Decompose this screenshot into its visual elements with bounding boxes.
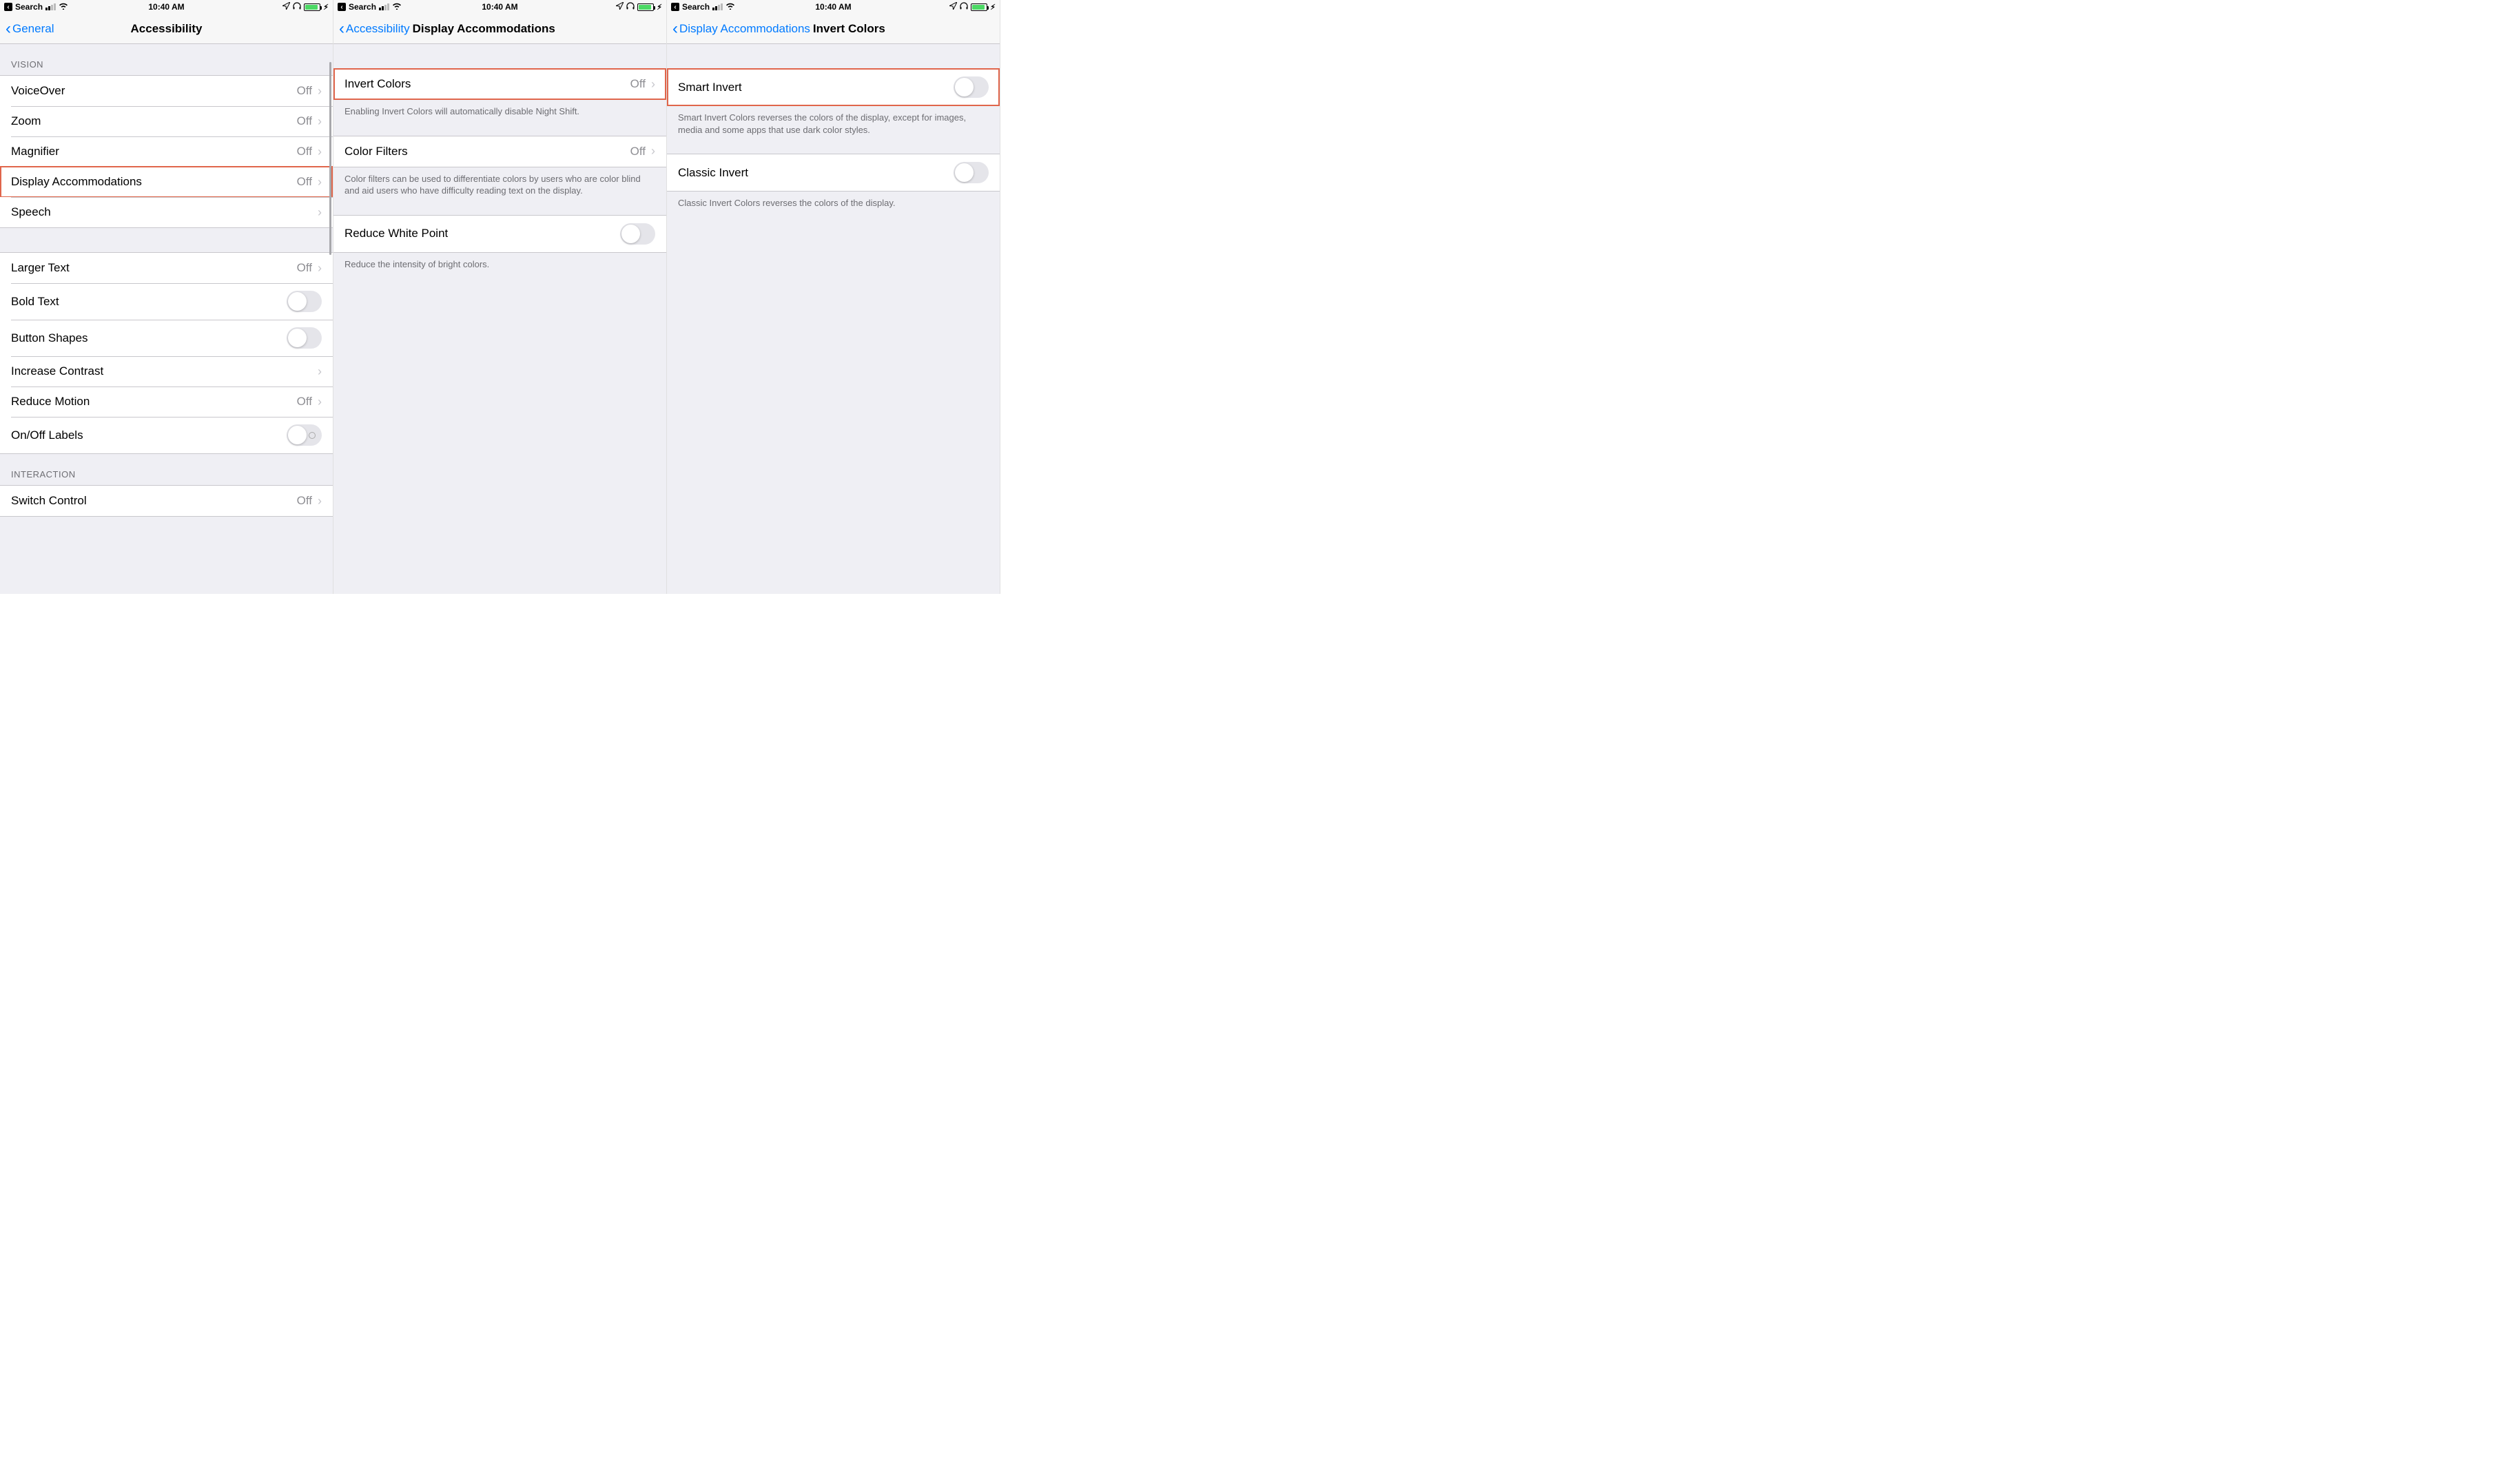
nav-back-label: Display Accommodations bbox=[679, 22, 810, 36]
back-to-app-icon[interactable]: ‹ bbox=[338, 3, 346, 11]
nav-bar: ‹ Accessibility Display Accommodations bbox=[333, 14, 666, 44]
group-color-filters: Color Filters Off › bbox=[333, 136, 666, 167]
toggle-smart-invert[interactable] bbox=[954, 76, 989, 98]
footer-color-filters: Color filters can be used to differentia… bbox=[333, 167, 666, 203]
footer-invert: Enabling Invert Colors will automaticall… bbox=[333, 100, 666, 123]
footer-white-point: Reduce the intensity of bright colors. bbox=[333, 253, 666, 276]
nav-back-button[interactable]: ‹ Accessibility bbox=[339, 21, 410, 37]
charging-icon: ⚡︎ bbox=[990, 3, 996, 12]
chevron-right-icon: › bbox=[318, 145, 322, 159]
chevron-right-icon: › bbox=[318, 84, 322, 99]
nav-back-label: Accessibility bbox=[346, 22, 410, 36]
charging-icon: ⚡︎ bbox=[657, 3, 662, 12]
screen-display-accommodations: ‹ Search 10:40 AM ⚡︎ ‹ Accessibility Dis… bbox=[333, 0, 667, 594]
back-to-app-label[interactable]: Search bbox=[349, 2, 376, 12]
nav-back-button[interactable]: ‹ General bbox=[6, 21, 54, 37]
row-invert-colors[interactable]: Invert Colors Off › bbox=[333, 69, 666, 99]
chevron-right-icon: › bbox=[318, 364, 322, 379]
page-title: Display Accommodations bbox=[413, 22, 555, 36]
battery-icon bbox=[971, 3, 987, 11]
location-icon bbox=[282, 2, 290, 12]
toggle-bold-text[interactable] bbox=[287, 291, 322, 312]
back-to-app-label[interactable]: Search bbox=[682, 2, 710, 12]
chevron-left-icon: ‹ bbox=[6, 21, 11, 37]
chevron-right-icon: › bbox=[651, 144, 655, 158]
headphones-icon bbox=[293, 2, 301, 12]
group-text: Larger Text Off › Bold Text Button Shape… bbox=[0, 252, 333, 454]
toggle-reduce-white-point[interactable] bbox=[620, 223, 655, 245]
row-bold-text[interactable]: Bold Text bbox=[0, 283, 333, 320]
row-reduce-white-point[interactable]: Reduce White Point bbox=[333, 216, 666, 252]
back-to-app-icon[interactable]: ‹ bbox=[4, 3, 12, 11]
page-title: Invert Colors bbox=[813, 22, 885, 36]
chevron-right-icon: › bbox=[318, 494, 322, 508]
battery-icon bbox=[637, 3, 654, 11]
footer-classic-invert: Classic Invert Colors reverses the color… bbox=[667, 192, 1000, 215]
row-smart-invert[interactable]: Smart Invert bbox=[667, 69, 1000, 105]
location-icon bbox=[616, 2, 624, 12]
charging-icon: ⚡︎ bbox=[323, 3, 329, 12]
chevron-right-icon: › bbox=[318, 205, 322, 220]
group-invert: Invert Colors Off › bbox=[333, 68, 666, 100]
group-interaction: Switch Control Off › bbox=[0, 485, 333, 517]
nav-bar: ‹ Display Accommodations Invert Colors bbox=[667, 14, 1000, 44]
row-zoom[interactable]: Zoom Off › bbox=[0, 106, 333, 136]
wifi-icon bbox=[59, 2, 68, 12]
row-voiceover[interactable]: VoiceOver Off › bbox=[0, 76, 333, 106]
group-vision: VoiceOver Off › Zoom Off › Magnifier Off… bbox=[0, 75, 333, 228]
headphones-icon bbox=[626, 2, 635, 12]
chevron-right-icon: › bbox=[318, 395, 322, 409]
footer-smart-invert: Smart Invert Colors reverses the colors … bbox=[667, 106, 1000, 141]
chevron-left-icon: ‹ bbox=[672, 21, 678, 37]
chevron-right-icon: › bbox=[318, 261, 322, 276]
wifi-icon bbox=[725, 2, 735, 12]
cellular-signal-icon bbox=[712, 3, 723, 10]
row-color-filters[interactable]: Color Filters Off › bbox=[333, 136, 666, 167]
nav-back-button[interactable]: ‹ Display Accommodations bbox=[672, 21, 810, 37]
row-magnifier[interactable]: Magnifier Off › bbox=[0, 136, 333, 167]
wifi-icon bbox=[392, 2, 402, 12]
row-reduce-motion[interactable]: Reduce Motion Off › bbox=[0, 387, 333, 417]
section-header-vision: VISION bbox=[0, 44, 333, 75]
scrollbar[interactable] bbox=[329, 62, 331, 587]
row-display-accommodations[interactable]: Display Accommodations Off › bbox=[0, 167, 333, 197]
screen-accessibility: ‹ Search 10:40 AM ⚡︎ ‹ General Accessibi… bbox=[0, 0, 333, 594]
chevron-left-icon: ‹ bbox=[339, 21, 344, 37]
row-classic-invert[interactable]: Classic Invert bbox=[667, 154, 1000, 191]
row-button-shapes[interactable]: Button Shapes bbox=[0, 320, 333, 356]
back-to-app-label[interactable]: Search bbox=[15, 2, 43, 12]
group-white-point: Reduce White Point bbox=[333, 215, 666, 253]
nav-back-label: General bbox=[12, 22, 54, 36]
row-increase-contrast[interactable]: Increase Contrast › bbox=[0, 356, 333, 387]
row-speech[interactable]: Speech › bbox=[0, 197, 333, 227]
row-switch-control[interactable]: Switch Control Off › bbox=[0, 486, 333, 516]
toggle-button-shapes[interactable] bbox=[287, 327, 322, 349]
status-bar: ‹ Search 10:40 AM ⚡︎ bbox=[333, 0, 666, 14]
nav-bar: ‹ General Accessibility bbox=[0, 14, 333, 44]
toggle-onoff-labels[interactable] bbox=[287, 424, 322, 446]
row-onoff-labels[interactable]: On/Off Labels bbox=[0, 417, 333, 453]
status-bar: ‹ Search 10:40 AM ⚡︎ bbox=[0, 0, 333, 14]
location-icon bbox=[949, 2, 957, 12]
chevron-right-icon: › bbox=[651, 77, 655, 92]
status-bar: ‹ Search 10:40 AM ⚡︎ bbox=[667, 0, 1000, 14]
row-larger-text[interactable]: Larger Text Off › bbox=[0, 253, 333, 283]
chevron-right-icon: › bbox=[318, 175, 322, 189]
group-classic-invert: Classic Invert bbox=[667, 154, 1000, 192]
headphones-icon bbox=[960, 2, 968, 12]
chevron-right-icon: › bbox=[318, 114, 322, 129]
screen-invert-colors: ‹ Search 10:40 AM ⚡︎ ‹ Display Accommoda… bbox=[667, 0, 1000, 594]
cellular-signal-icon bbox=[45, 3, 56, 10]
back-to-app-icon[interactable]: ‹ bbox=[671, 3, 679, 11]
section-header-interaction: INTERACTION bbox=[0, 454, 333, 485]
cellular-signal-icon bbox=[379, 3, 389, 10]
toggle-classic-invert[interactable] bbox=[954, 162, 989, 183]
battery-icon bbox=[304, 3, 320, 11]
group-smart-invert: Smart Invert bbox=[667, 68, 1000, 106]
